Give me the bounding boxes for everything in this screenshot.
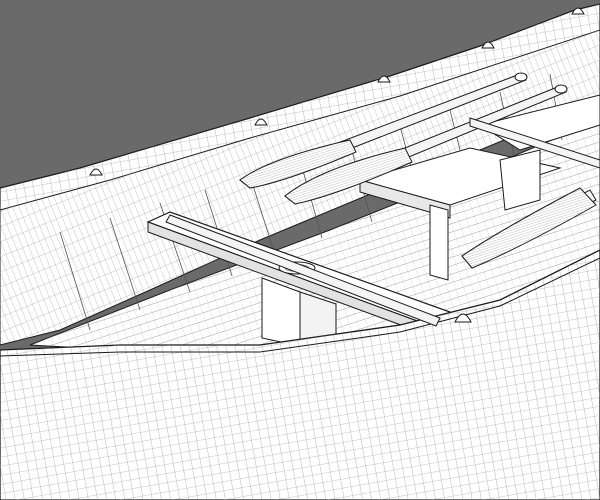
wireframe-rowboat-render — [0, 0, 600, 500]
